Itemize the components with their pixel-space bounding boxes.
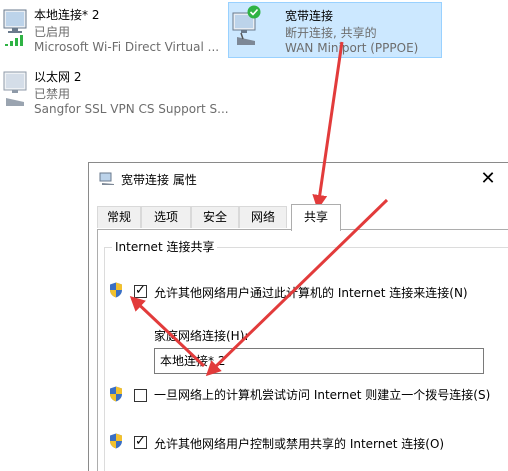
adapter-name: 宽带连接 (285, 9, 334, 23)
group-title: Internet 连接共享 (112, 238, 218, 255)
tab-options[interactable]: 选项 (141, 206, 191, 228)
home-network-label: 家庭网络连接(H): (154, 329, 249, 343)
home-network-field[interactable]: 本地连接* 2 (154, 348, 484, 374)
adapter-name: 以太网 2 (34, 70, 82, 84)
close-icon[interactable]: ✕ (470, 165, 506, 193)
adapter-device: Sangfor SSL VPN CS Support S... (34, 102, 229, 116)
properties-dialog: 宽带连接 属性 ✕ 常规 选项 安全 网络 共享 Internet 连接共享 ✓… (88, 162, 508, 471)
adapter-status: 已启用 (34, 25, 71, 39)
uac-shield-icon (110, 282, 122, 298)
adapter-ethernet-2[interactable]: 以太网 2 已禁用 Sangfor SSL VPN CS Support S..… (2, 64, 229, 116)
checkmark-icon: ✓ (135, 434, 146, 449)
tab-security[interactable]: 安全 (191, 206, 239, 228)
adapter-local-connection-2[interactable]: 本地连接* 2 已启用 Microsoft Wi-Fi Direct Virtu… (2, 2, 222, 54)
ethernet-adapter-icon (3, 71, 27, 106)
check-badge-icon (247, 5, 261, 19)
wifi-adapter-icon (3, 9, 27, 46)
dial-on-demand-label[interactable]: 一旦网络上的计算机尝试访问 Internet 则建立一个拨号连接(S) (154, 386, 494, 404)
tab-general[interactable]: 常规 (97, 206, 141, 228)
uac-shield-icon (110, 386, 122, 402)
connection-title-icon (99, 172, 114, 185)
adapter-status: 断开连接, 共享的 (285, 26, 377, 40)
adapter-status: 已禁用 (34, 87, 71, 101)
sharing-tab-panel: Internet 连接共享 ✓ 允许其他网络用户通过此计算机的 Internet… (97, 229, 508, 471)
adapter-name: 本地连接* 2 (34, 8, 100, 22)
dial-on-demand-checkbox[interactable] (134, 389, 147, 402)
adapter-device: WAN Miniport (PPPOE) (285, 41, 419, 55)
dialog-title: 宽带连接 属性 (121, 173, 197, 187)
adapter-broadband[interactable]: 宽带连接 断开连接, 共享的 WAN Miniport (PPPOE) (228, 2, 442, 58)
checkmark-icon: ✓ (135, 283, 146, 298)
allow-share-checkbox[interactable]: ✓ (134, 283, 147, 298)
adapter-device: Microsoft Wi-Fi Direct Virtual ... (34, 40, 220, 54)
allow-share-label[interactable]: 允许其他网络用户通过此计算机的 Internet 连接来连接(N) (154, 284, 468, 301)
uac-shield-icon (110, 433, 122, 449)
allow-control-label[interactable]: 允许其他网络用户控制或禁用共享的 Internet 连接(O) (154, 435, 444, 452)
tab-sharing[interactable]: 共享 (291, 204, 341, 231)
allow-control-checkbox[interactable]: ✓ (134, 434, 147, 449)
tab-network[interactable]: 网络 (239, 206, 287, 228)
dialog-titlebar[interactable]: 宽带连接 属性 ✕ (89, 163, 508, 195)
